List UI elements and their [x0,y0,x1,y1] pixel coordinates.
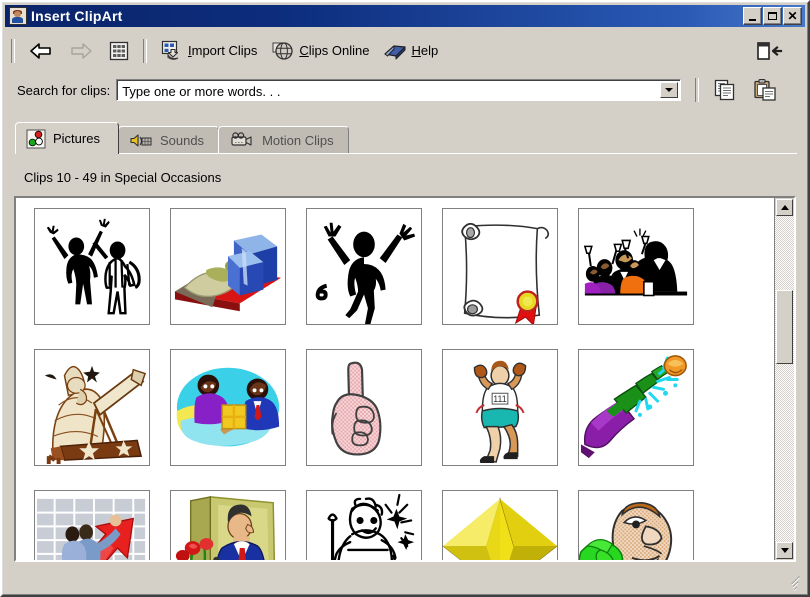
clip-gift-exchange[interactable] [170,349,286,466]
clip-gold-star[interactable] [442,490,558,560]
import-clips-label: Import Clips [188,43,258,58]
minimize-button[interactable] [743,7,762,25]
clip-astronomer[interactable] [34,349,150,466]
clips-online-globe-icon [272,41,294,60]
speaker-icon [130,133,152,147]
clip-results-panel: 111 [14,196,796,562]
clip-thumbnail [174,234,282,312]
clip-thumbnail [46,218,141,315]
small-window-icon [757,41,783,60]
back-button[interactable] [22,36,60,66]
copy-icon [715,79,735,101]
chevron-down-icon [665,88,674,92]
clip-bouquet-man[interactable] [578,490,694,560]
clip-grid: 111 [16,198,774,560]
clip-thumbnail [44,365,147,465]
scroll-up-button[interactable] [776,199,793,216]
search-dropdown-button[interactable] [660,82,679,98]
change-window-button[interactable] [749,36,789,66]
window-title: Insert ClipArt [31,8,123,24]
close-button[interactable]: ✕ [783,7,802,25]
clip-thumbnail [579,502,673,560]
arrow-left-icon [30,42,51,59]
clip-gift-boxes[interactable] [170,208,286,325]
clip-dancing-couple[interactable] [34,208,150,325]
import-clips-button[interactable]: Import Clips [154,36,263,66]
forward-button[interactable] [62,36,100,66]
tab-motion-clips-label: Motion Clips [262,133,334,148]
clip-thumbnail [176,367,280,447]
grid-categories-icon [109,41,129,60]
search-input[interactable] [119,82,661,100]
scroll-down-button[interactable] [776,542,793,559]
clip-thumbnail [315,222,416,324]
clip-thumbnail [35,491,149,560]
toolbar: Import Clips Clips Online Help [5,29,805,72]
svg-text:111: 111 [493,394,507,404]
pictures-shapes-icon [26,129,46,148]
all-categories-button[interactable] [102,36,136,66]
tab-sounds[interactable]: Sounds [117,126,220,154]
toolbar-separator-2 [143,38,147,63]
tab-pictures-label: Pictures [53,131,100,146]
clip-certificate[interactable] [442,208,558,325]
scrollbar-track[interactable] [775,216,794,542]
results-caption: Clips 10 - 49 in Special Occasions [24,170,222,185]
help-label: Help [411,43,439,58]
tab-motion-clips[interactable]: Motion Clips [218,126,349,154]
maximize-button[interactable] [763,7,782,25]
tab-strip: Pictures Sounds Motion Clips [5,110,805,158]
scroll-down-arrow-icon [780,548,789,553]
import-clips-icon [161,40,179,60]
clip-thumbnail [583,228,688,297]
clip-thumbnail [461,222,550,324]
clip-thumbnail [327,493,415,560]
clip-thumbnail [330,361,382,456]
clip-sparkler-person[interactable] [306,490,422,560]
clipart-person-icon [9,7,27,25]
status-area [5,564,805,592]
toolbar-separator [11,38,15,63]
arrow-right-icon [71,42,92,59]
movie-camera-icon [231,131,252,146]
clip-champagne[interactable] [578,349,694,466]
search-separator [695,78,700,102]
tabs-row: Pictures Sounds Motion Clips [15,122,349,154]
tab-sounds-label: Sounds [159,133,205,148]
clip-roses-door[interactable] [170,490,286,560]
tab-pictures[interactable]: Pictures [15,122,119,154]
help-book-icon [384,44,407,59]
scroll-thumb[interactable] [776,290,793,364]
paste-icon [754,78,776,101]
clip-party-crowd[interactable] [578,208,694,325]
clip-thumbnail: 111 [473,360,527,464]
clips-online-button[interactable]: Clips Online [265,36,375,66]
clip-number-one-hand[interactable] [306,349,422,466]
clips-online-label: Clips Online [299,43,370,58]
paste-button[interactable] [746,75,784,105]
clip-thumbnail [443,497,557,560]
clip-jumping-figure[interactable] [306,208,422,325]
search-label: Search for clips: [17,82,111,98]
clip-runner-victory[interactable]: 111 [442,349,558,466]
search-combobox[interactable] [116,79,682,101]
search-row: Search for clips: [5,72,805,108]
copy-button[interactable] [706,75,744,105]
title-bar[interactable]: Insert ClipArt ✕ [5,5,805,27]
help-button[interactable]: Help [377,36,444,66]
scroll-up-arrow-icon [780,205,789,210]
vertical-scrollbar[interactable] [774,198,794,560]
clip-growth-arrow[interactable] [34,490,150,560]
close-icon: ✕ [787,9,798,23]
insert-clipart-window: Insert ClipArt ✕ Import Clips Clips Onli… [0,0,810,597]
tab-underline [15,153,797,154]
clip-thumbnail [171,491,285,560]
window-controls: ✕ [742,7,802,25]
resize-grip[interactable] [789,576,803,591]
clip-thumbnail [580,355,687,459]
